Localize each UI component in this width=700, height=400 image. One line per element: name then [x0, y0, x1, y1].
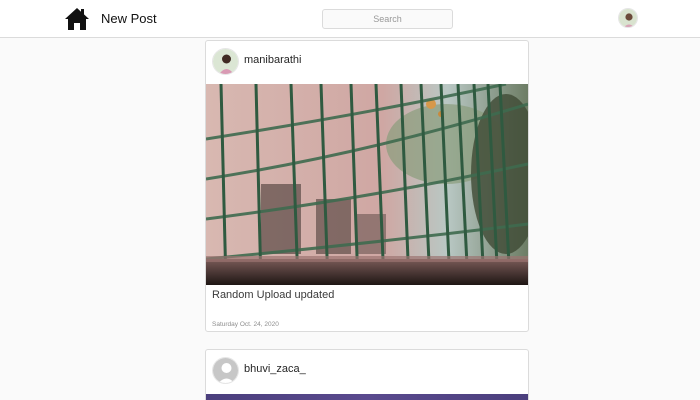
home-icon[interactable] — [64, 7, 90, 31]
top-navbar: New Post — [0, 0, 700, 38]
post-header: bhuvi_zaca_ — [206, 350, 528, 394]
default-avatar-icon — [213, 358, 238, 383]
post-card: manibarathi Random Upload updated Saturd… — [205, 40, 529, 332]
search-input[interactable] — [322, 9, 453, 29]
post-caption: Random Upload updated — [212, 289, 335, 301]
post-image[interactable] — [206, 84, 528, 285]
post-username[interactable]: bhuvi_zaca_ — [244, 363, 306, 375]
avatar-image — [619, 9, 637, 27]
post-timestamp: Saturday Oct. 24, 2020 — [212, 321, 279, 328]
profile-avatar[interactable] — [618, 8, 638, 28]
post-card: bhuvi_zaca_ — [205, 349, 529, 400]
post-header: manibarathi — [206, 41, 528, 85]
post-username[interactable]: manibarathi — [244, 54, 301, 66]
user-avatar[interactable] — [212, 48, 239, 75]
post-image[interactable] — [206, 394, 528, 400]
avatar-image — [213, 49, 238, 74]
new-post-link[interactable]: New Post — [101, 11, 157, 26]
user-avatar[interactable] — [212, 357, 239, 384]
